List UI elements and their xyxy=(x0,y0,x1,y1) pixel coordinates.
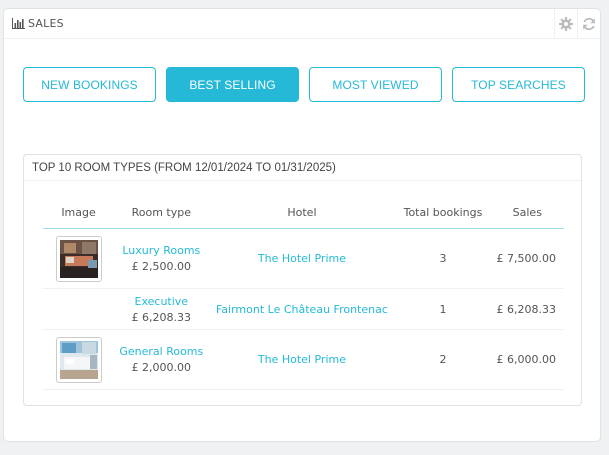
refresh-button[interactable] xyxy=(577,9,600,38)
panel-title: SALES xyxy=(12,17,64,30)
sales-panel: SALES NEW BOOKINGS BEST SELLING MOST VIE… xyxy=(3,8,601,442)
hotel-link[interactable]: Fairmont Le Château Frontenac xyxy=(210,303,395,316)
room-price: £ 2,000.00 xyxy=(131,361,192,374)
room-type-link[interactable]: Executive xyxy=(115,295,207,308)
room-price: £ 2,500.00 xyxy=(131,260,192,273)
room-type-link[interactable]: General Rooms xyxy=(115,345,207,358)
table-row: General Rooms £ 2,000.00 The Hotel Prime… xyxy=(43,329,564,390)
total-bookings: 2 xyxy=(395,329,491,390)
total-bookings: 1 xyxy=(395,288,491,330)
col-header-total-bookings: Total bookings xyxy=(395,197,491,229)
room-thumbnail xyxy=(55,235,102,282)
sales-tabs: NEW BOOKINGS BEST SELLING MOST VIEWED TO… xyxy=(23,67,585,102)
refresh-icon xyxy=(583,17,595,30)
room-thumbnail xyxy=(55,336,102,383)
panel-title-text: SALES xyxy=(28,17,64,30)
total-bookings: 3 xyxy=(395,228,491,289)
bar-chart-icon xyxy=(12,18,25,29)
col-header-room-type: Room type xyxy=(114,197,209,229)
tab-best-selling[interactable]: BEST SELLING xyxy=(166,67,299,102)
top-room-types-panel: TOP 10 ROOM TYPES (FROM 12/01/2024 TO 01… xyxy=(23,154,582,406)
tab-top-searches[interactable]: TOP SEARCHES xyxy=(452,67,585,102)
no-image-cell xyxy=(43,288,115,330)
sales-value: £ 6,000.00 xyxy=(490,329,564,390)
configure-button[interactable] xyxy=(554,9,577,38)
room-image xyxy=(59,340,98,379)
tab-most-viewed[interactable]: MOST VIEWED xyxy=(309,67,442,102)
room-types-table: Image Room type Hotel Total bookings Sal… xyxy=(43,197,564,390)
hotel-link[interactable]: The Hotel Prime xyxy=(210,353,395,366)
table-row: Executive £ 6,208.33 Fairmont Le Château… xyxy=(43,288,564,330)
section-title: TOP 10 ROOM TYPES (FROM 12/01/2024 TO 01… xyxy=(24,155,581,181)
room-type-link[interactable]: Luxury Rooms xyxy=(115,244,207,257)
room-price: £ 6,208.33 xyxy=(131,310,192,324)
tab-new-bookings[interactable]: NEW BOOKINGS xyxy=(23,67,156,102)
sales-value: £ 6,208.33 xyxy=(490,288,564,330)
sales-value: £ 7,500.00 xyxy=(490,228,564,289)
col-header-image: Image xyxy=(43,197,115,229)
col-header-hotel: Hotel xyxy=(208,197,396,229)
hotel-link[interactable]: The Hotel Prime xyxy=(210,252,395,265)
panel-header: SALES xyxy=(4,9,600,39)
table-row: Luxury Rooms £ 2,500.00 The Hotel Prime … xyxy=(43,228,564,289)
gear-icon xyxy=(559,16,573,31)
room-image xyxy=(59,239,98,278)
col-header-sales: Sales xyxy=(490,197,564,229)
